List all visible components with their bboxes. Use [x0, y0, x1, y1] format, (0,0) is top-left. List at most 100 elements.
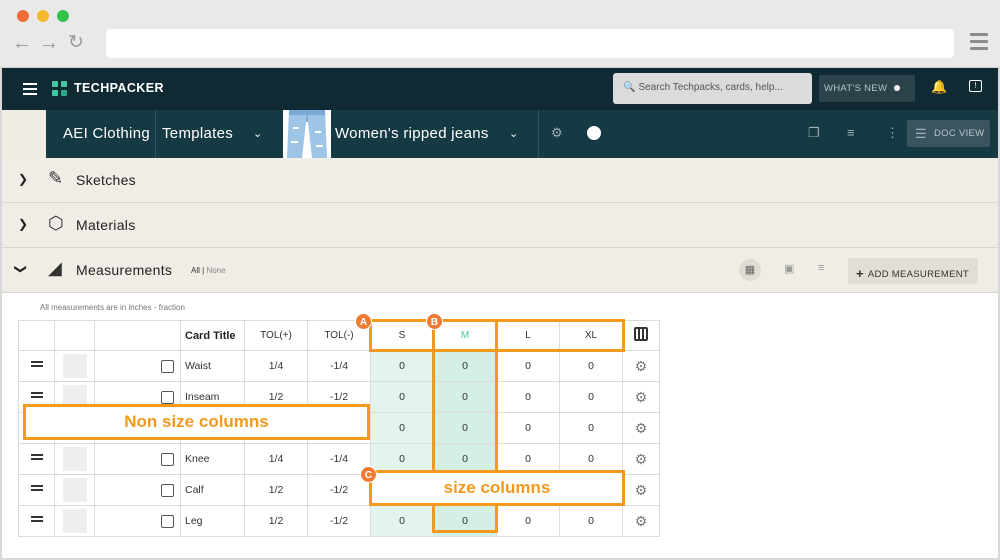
grid-view-icon[interactable]: ▦	[739, 259, 761, 281]
chevron-down-icon[interactable]: ⌄	[253, 127, 262, 140]
annotation-badge-b: B	[426, 313, 443, 330]
add-measurement-label: ADD MEASUREMENT	[867, 269, 969, 280]
search-placeholder: Search Techpacks, cards, help...	[638, 82, 783, 93]
more-options-icon[interactable]: ⋮	[886, 125, 899, 141]
row-settings-gear-icon[interactable]: ⚙	[635, 358, 648, 374]
row-checkbox[interactable]	[161, 514, 174, 528]
row-settings-gear-icon[interactable]: ⚙	[635, 451, 648, 467]
size-xl-cell[interactable]: 0	[559, 381, 623, 413]
settings-gear-icon[interactable]: ⚙	[551, 125, 563, 141]
row-checkbox[interactable]	[161, 390, 174, 404]
hamburger-menu-icon[interactable]	[23, 83, 37, 98]
drag-handle-icon[interactable]	[30, 516, 43, 524]
row-checkbox[interactable]	[161, 359, 174, 373]
measurement-thumbnail[interactable]	[62, 447, 87, 471]
size-s-cell[interactable]: 0	[370, 381, 434, 413]
plus-icon: +	[856, 266, 864, 281]
row-settings-gear-icon[interactable]: ⚙	[635, 420, 648, 436]
drag-handle-cell[interactable]	[18, 505, 55, 537]
sort-icon[interactable]: ≡	[818, 262, 824, 274]
card-title-cell[interactable]: Calf	[180, 474, 245, 506]
column-header-tol-plus[interactable]: TOL(+)	[244, 320, 308, 351]
chevron-down-icon[interactable]: ❯	[14, 264, 28, 274]
size-xl-cell[interactable]: 0	[559, 505, 623, 537]
search-icon: 🔍	[623, 82, 636, 93]
reload-icon[interactable]: ↻	[68, 33, 84, 53]
tol-minus-cell[interactable]: -1/2	[307, 505, 371, 537]
address-bar[interactable]	[106, 29, 954, 58]
row-settings-cell: ⚙	[622, 505, 660, 537]
chevron-down-icon[interactable]: ⌄	[509, 127, 518, 140]
forward-arrow-icon[interactable]: →	[39, 33, 59, 53]
size-s-cell[interactable]: 0	[370, 350, 434, 382]
drag-handle-icon[interactable]	[30, 392, 43, 400]
chevron-right-icon[interactable]: ❯	[18, 172, 28, 186]
tol-minus-cell[interactable]: -1/4	[307, 350, 371, 382]
drag-handle-icon[interactable]	[30, 485, 43, 493]
table-row[interactable]: Waist 1/4 -1/4 0 0 0 0 ⚙	[18, 350, 660, 382]
drag-handle-icon[interactable]	[30, 361, 43, 369]
row-settings-gear-icon[interactable]: ⚙	[635, 389, 648, 405]
size-l-cell[interactable]: 0	[496, 505, 560, 537]
minimize-window-button[interactable]	[37, 10, 49, 22]
add-measurement-button[interactable]: + ADD MEASUREMENT	[848, 258, 978, 284]
back-arrow-icon[interactable]: ←	[12, 33, 32, 53]
table-row[interactable]: Leg 1/2 -1/2 0 0 0 0 ⚙	[18, 505, 660, 537]
maximize-window-button[interactable]	[57, 10, 69, 22]
drag-handle-icon[interactable]	[30, 454, 43, 462]
annotation-badge-c: C	[360, 466, 377, 483]
drag-handle-cell[interactable]	[18, 443, 55, 475]
drag-handle-cell[interactable]	[18, 350, 55, 382]
filter-all[interactable]: All	[191, 266, 200, 275]
filter-icon[interactable]: ≡	[847, 125, 855, 140]
size-l-cell[interactable]: 0	[496, 381, 560, 413]
row-checkbox[interactable]	[161, 452, 174, 466]
section-sketches[interactable]: ❯ ✎ Sketches	[2, 158, 998, 203]
column-settings-cell	[622, 320, 660, 351]
section-measurements[interactable]: ❯ ◢ Measurements All | None ▦ ▣ ≡ + ADD M…	[2, 248, 998, 293]
browser-chrome: ← → ↻	[0, 0, 1000, 68]
size-s-cell[interactable]: 0	[370, 412, 434, 444]
row-settings-gear-icon[interactable]: ⚙	[635, 513, 648, 529]
size-s-cell[interactable]: 0	[370, 505, 434, 537]
breadcrumb-folder[interactable]: Templates	[162, 125, 233, 142]
measurement-thumbnail[interactable]	[62, 509, 87, 533]
bell-icon[interactable]: 🔔	[931, 79, 947, 95]
column-header-card-title[interactable]: Card Title	[180, 320, 245, 351]
size-l-cell[interactable]: 0	[496, 412, 560, 444]
measurement-thumbnail[interactable]	[62, 478, 87, 502]
tol-plus-cell[interactable]: 1/4	[244, 350, 308, 382]
size-xl-cell[interactable]: 0	[559, 350, 623, 382]
size-l-cell[interactable]: 0	[496, 350, 560, 382]
breadcrumb-company[interactable]: AEI Clothing	[63, 125, 150, 142]
checkbox-cell	[94, 443, 181, 475]
search-input[interactable]: 🔍 Search Techpacks, cards, help...	[613, 73, 812, 104]
feedback-icon[interactable]: !	[969, 80, 982, 92]
chevron-right-icon[interactable]: ❯	[18, 217, 28, 231]
row-checkbox[interactable]	[161, 483, 174, 497]
logo-icon	[52, 81, 68, 97]
copy-icon[interactable]: ❐	[808, 125, 820, 141]
whats-new-button[interactable]: WHAT'S NEW	[819, 75, 915, 102]
card-title-cell[interactable]: Waist	[180, 350, 245, 382]
tol-plus-cell[interactable]: 1/2	[244, 505, 308, 537]
drag-handle-cell[interactable]	[18, 474, 55, 506]
measurement-panel: All measurements are in inches - fractio…	[2, 293, 998, 553]
tol-plus-cell[interactable]: 1/4	[244, 443, 308, 475]
close-window-button[interactable]	[17, 10, 29, 22]
tol-plus-cell[interactable]: 1/2	[244, 474, 308, 506]
measurement-thumbnail[interactable]	[62, 354, 87, 378]
size-xl-cell[interactable]: 0	[559, 412, 623, 444]
image-view-icon[interactable]: ▣	[784, 262, 794, 275]
section-materials[interactable]: ❯ ⬡ Materials	[2, 203, 998, 248]
status-circle-icon[interactable]	[587, 126, 601, 140]
card-title-cell[interactable]: Leg	[180, 505, 245, 537]
product-name[interactable]: Women's ripped jeans	[335, 125, 489, 142]
browser-menu-icon[interactable]	[970, 33, 988, 54]
card-title-cell[interactable]: Knee	[180, 443, 245, 475]
row-settings-gear-icon[interactable]: ⚙	[635, 482, 648, 498]
measurement-filter: All | None	[191, 266, 226, 275]
doc-view-button[interactable]: ☰ DOC VIEW	[907, 120, 990, 147]
columns-icon[interactable]	[634, 327, 648, 341]
filter-none[interactable]: None	[206, 266, 225, 275]
